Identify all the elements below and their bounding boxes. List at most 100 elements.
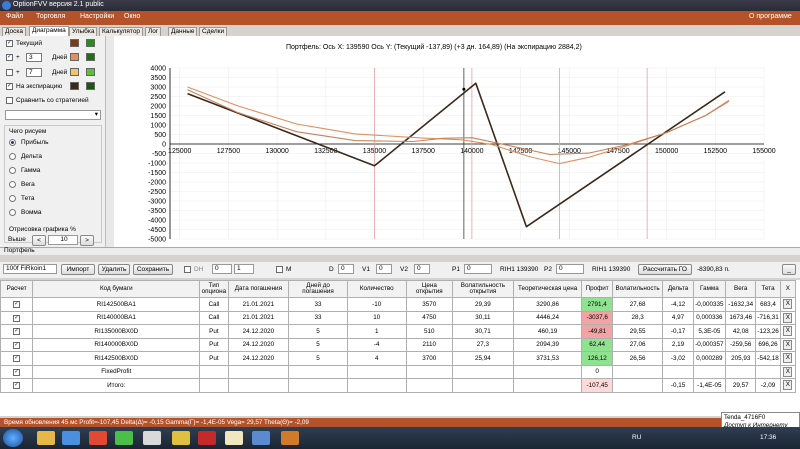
m-checkbox[interactable] — [276, 266, 283, 273]
d-input[interactable]: 0 — [338, 264, 354, 274]
radio-vomma[interactable] — [9, 209, 16, 216]
above-decrease-button[interactable]: < — [32, 235, 46, 246]
tab-log[interactable]: Лог — [145, 27, 162, 36]
table-row[interactable]: ✓ RI140000BA1 Call 21.01.2021 33 10 4750 30,11 4… — [0, 310, 797, 325]
delete-row-cell[interactable]: X — [779, 310, 797, 325]
calc-checkbox[interactable]: ✓ — [13, 355, 21, 363]
delete-row-cell[interactable]: X — [779, 378, 797, 393]
start-button-icon[interactable] — [3, 429, 23, 447]
v1-input[interactable]: 0 — [376, 264, 392, 274]
expiry-color-swatch-2[interactable] — [86, 82, 95, 90]
column-header[interactable]: Вега — [725, 280, 757, 298]
delete-row-cell[interactable]: X — [779, 337, 797, 352]
strategy-select[interactable]: ▾ — [5, 110, 101, 120]
column-header[interactable]: Расчет — [0, 280, 34, 298]
clock[interactable]: 17:36 — [760, 434, 776, 441]
p1-input[interactable]: 0 — [464, 264, 492, 274]
table-row[interactable]: ✓ Итого: -107,45 -0,15 -1,4E-05 29,57 -2,09 X — [0, 378, 797, 393]
calc-checkbox-cell[interactable]: ✓ — [0, 351, 34, 366]
menu-file[interactable]: Файл — [6, 13, 23, 20]
delete-button[interactable]: Удалить — [98, 264, 130, 275]
opera-taskbar-icon[interactable] — [89, 431, 107, 445]
column-header[interactable]: Цена открытия — [405, 280, 454, 298]
delete-row-button[interactable]: X — [783, 380, 793, 391]
tab-diagram[interactable]: Диаграмма — [29, 26, 69, 36]
radio-theta[interactable] — [9, 195, 16, 202]
left-panel-scrollbar[interactable] — [105, 36, 114, 247]
p2-input[interactable]: 0 — [556, 264, 584, 274]
dh-input-1[interactable]: 0 — [212, 264, 232, 274]
tool-taskbar-icon[interactable] — [172, 431, 190, 445]
calc-checkbox-cell[interactable]: ✓ — [0, 310, 34, 325]
calc-checkbox-cell[interactable]: ✓ — [0, 378, 34, 393]
menu-trading[interactable]: Торговля — [36, 13, 65, 20]
current-color-swatch-2[interactable] — [86, 39, 95, 47]
chart-canvas[interactable]: 4000 3500 3000 2500 2000 1500 1000 500 0 -500 -100… — [114, 36, 800, 247]
calc-go-button[interactable]: Рассчитать ГО — [638, 264, 692, 275]
column-header[interactable]: Волатильность открытия — [452, 280, 514, 298]
above-increase-button[interactable]: > — [80, 235, 94, 246]
browser-taskbar-icon[interactable] — [115, 431, 133, 445]
firefox-taskbar-icon[interactable] — [281, 431, 299, 445]
delete-row-button[interactable]: X — [783, 366, 793, 377]
optionfvv-taskbar-icon[interactable] — [198, 431, 216, 445]
delete-row-button[interactable]: X — [783, 339, 793, 350]
calc-checkbox-cell[interactable]: ✓ — [0, 337, 34, 352]
column-header[interactable]: Тета — [755, 280, 781, 298]
import-button[interactable]: Импорт — [61, 264, 95, 275]
column-header[interactable]: Профит — [581, 280, 613, 298]
day2-color-swatch-2[interactable] — [86, 68, 95, 76]
table-row[interactable]: ✓ RI140000BX0D Put 24.12.2020 5 -4 2110 27,3 209… — [0, 337, 797, 352]
calc-checkbox-cell[interactable]: ✓ — [0, 324, 34, 339]
radio-delta[interactable] — [9, 153, 16, 160]
delete-row-cell[interactable]: X — [779, 364, 797, 379]
tab-data[interactable]: Данные — [168, 27, 198, 36]
day2-input[interactable]: 7 — [26, 68, 42, 77]
calc-checkbox[interactable]: ✓ — [13, 314, 21, 322]
explorer-taskbar-icon[interactable] — [37, 431, 55, 445]
delete-row-button[interactable]: X — [783, 312, 793, 323]
day2-color-swatch[interactable] — [70, 68, 79, 76]
column-header[interactable]: X — [779, 280, 797, 298]
radio-gamma[interactable] — [9, 167, 16, 174]
current-color-swatch[interactable] — [70, 39, 79, 47]
tab-calculator[interactable]: Калькулятор — [99, 27, 144, 36]
column-header[interactable]: Тип опциона — [199, 280, 229, 298]
calc-checkbox[interactable]: ✓ — [13, 328, 21, 336]
radio-profit[interactable] — [9, 139, 16, 146]
media-taskbar-icon[interactable] — [62, 431, 80, 445]
column-header[interactable]: Теоретическая цена — [512, 280, 583, 298]
calc-checkbox[interactable]: ✓ — [13, 382, 21, 390]
above-input[interactable]: 10 — [48, 235, 78, 245]
delete-row-button[interactable]: X — [783, 353, 793, 364]
menu-window[interactable]: Окно — [124, 13, 140, 20]
network-taskbar-icon[interactable] — [252, 431, 270, 445]
day2-checkbox[interactable] — [6, 69, 13, 76]
column-header[interactable]: Дельта — [662, 280, 694, 298]
menu-about[interactable]: О программе — [749, 13, 792, 20]
tab-deals[interactable]: Сделки — [199, 27, 228, 36]
dh-checkbox[interactable] — [184, 266, 191, 273]
day1-input[interactable]: 3 — [26, 53, 42, 62]
column-header[interactable]: Волатильность — [611, 280, 664, 298]
table-row[interactable]: ✓ RI135000BX0D Put 24.12.2020 5 1 510 30,71 460,… — [0, 324, 797, 339]
table-row[interactable]: ✓ RI142500BA1 Call 21.01.2021 33 -10 3570 29,39… — [0, 297, 797, 312]
expiry-checkbox[interactable]: ✓ — [6, 83, 13, 90]
compare-checkbox[interactable] — [6, 97, 13, 104]
column-header[interactable]: Дней до погашения — [288, 280, 348, 298]
delete-row-button[interactable]: X — [783, 299, 793, 310]
column-header[interactable]: Количество — [346, 280, 407, 298]
panel-splitter[interactable]: Портфель — [0, 247, 800, 255]
column-header[interactable]: Дата погашения — [227, 280, 290, 298]
calc-checkbox[interactable]: ✓ — [13, 341, 21, 349]
account-select[interactable]: 100f FiRkoin1 — [3, 264, 57, 274]
language-indicator[interactable]: RU — [632, 434, 641, 441]
column-header[interactable]: Код бумаги — [32, 280, 201, 298]
tab-board[interactable]: Доска — [2, 27, 26, 36]
day1-checkbox[interactable]: ✓ — [6, 54, 13, 61]
delete-row-cell[interactable]: X — [779, 297, 797, 312]
save-button[interactable]: Сохранить — [133, 264, 173, 275]
column-header[interactable]: Гамма — [692, 280, 727, 298]
delete-row-button[interactable]: X — [783, 326, 793, 337]
expiry-color-swatch[interactable] — [70, 82, 79, 90]
